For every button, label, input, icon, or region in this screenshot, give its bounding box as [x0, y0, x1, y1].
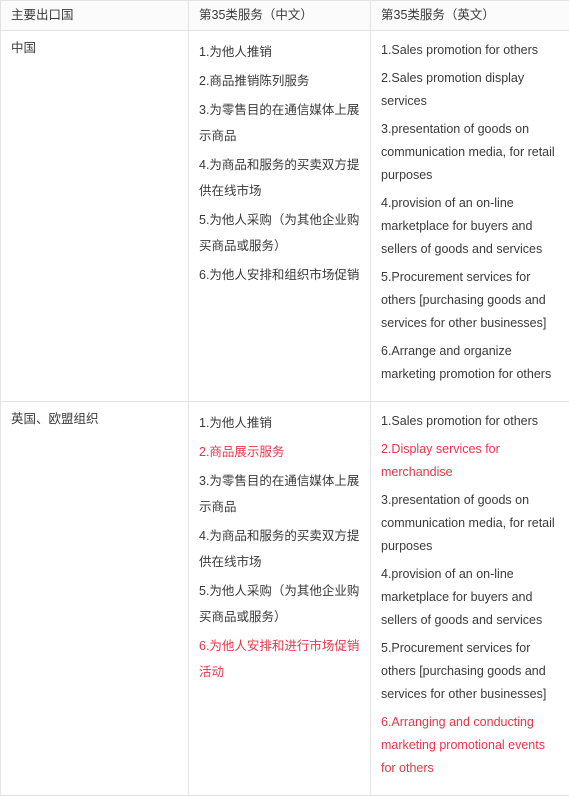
service-item-highlighted: 6.Arranging and conducting marketing pro… [381, 711, 559, 780]
table-header: 主要出口国 第35类服务（中文） 第35类服务（英文） [1, 1, 569, 31]
service-item: 6.为他人安排和组织市场促销 [199, 262, 360, 288]
country-label: 中国 [11, 39, 178, 57]
table-row: 英国、欧盟组织 1.为他人推销 2.商品展示服务 3.为零售目的在通信媒体上展示商品… [1, 402, 569, 796]
country-label: 英国、欧盟组织 [11, 410, 178, 428]
cell-services-en: 1.Sales promotion for others 2.Display se… [371, 402, 569, 796]
nice-class-35-comparison-table: 主要出口国 第35类服务（中文） 第35类服务（英文） 中国 1.为他人推销 2.… [0, 0, 569, 796]
service-list-en: 1.Sales promotion for others 2.Sales prom… [381, 39, 559, 386]
service-item: 4.provision of an on-line marketplace fo… [381, 563, 559, 632]
service-item: 4.为商品和服务的买卖双方提供在线市场 [199, 152, 360, 204]
service-item: 4.provision of an on-line marketplace fo… [381, 192, 559, 261]
service-item: 1.Sales promotion for others [381, 39, 559, 62]
cell-services-zh: 1.为他人推销 2.商品展示服务 3.为零售目的在通信媒体上展示商品4.为商品和服务… [189, 402, 371, 796]
service-item-highlighted: 2.Display services for merchandise [381, 438, 559, 484]
service-item: 1.为他人推销 [199, 410, 360, 436]
table-header-row: 主要出口国 第35类服务（中文） 第35类服务（英文） [1, 1, 569, 31]
cell-country: 中国 [1, 31, 189, 402]
service-item: 3.为零售目的在通信媒体上展示商品 [199, 468, 360, 520]
column-header-services-en: 第35类服务（英文） [371, 1, 569, 31]
service-list-zh: 1.为他人推销 2.商品推销陈列服务 3.为零售目的在通信媒体上展示商品4.为商品和… [199, 39, 360, 288]
service-item: 3.presentation of goods on communication… [381, 118, 559, 187]
service-item: 6.Arrange and organize marketing promoti… [381, 340, 559, 386]
service-item: 5.为他人采购（为其他企业购买商品或服务） [199, 578, 360, 630]
column-header-country: 主要出口国 [1, 1, 189, 31]
table-row: 中国 1.为他人推销 2.商品推销陈列服务 3.为零售目的在通信媒体上展示商品4.为… [1, 31, 569, 402]
service-item: 3.presentation of goods on communication… [381, 489, 559, 558]
service-item-highlighted: 6.为他人安排和进行市场促销活动 [199, 633, 360, 685]
service-item: 5.为他人采购（为其他企业购买商品或服务） [199, 207, 360, 259]
service-item: 1.为他人推销 [199, 39, 360, 65]
service-item: 1.Sales promotion for others [381, 410, 559, 433]
service-item-highlighted: 2.商品展示服务 [199, 439, 360, 465]
service-item: 2.商品推销陈列服务 [199, 68, 360, 94]
service-item: 5.Procurement services for others [purch… [381, 637, 559, 706]
service-list-en: 1.Sales promotion for others 2.Display se… [381, 410, 559, 780]
cell-services-en: 1.Sales promotion for others 2.Sales prom… [371, 31, 569, 402]
table-body: 中国 1.为他人推销2.商品推销陈列服务3.为零售目的在通信媒体上展示商品4.为… [1, 31, 569, 796]
column-header-services-zh: 第35类服务（中文） [189, 1, 371, 31]
service-list-zh: 1.为他人推销 2.商品展示服务 3.为零售目的在通信媒体上展示商品4.为商品和服务… [199, 410, 360, 685]
cell-country: 英国、欧盟组织 [1, 402, 189, 796]
service-item: 4.为商品和服务的买卖双方提供在线市场 [199, 523, 360, 575]
cell-services-zh: 1.为他人推销 2.商品推销陈列服务 3.为零售目的在通信媒体上展示商品4.为商品和… [189, 31, 371, 402]
service-item: 3.为零售目的在通信媒体上展示商品 [199, 97, 360, 149]
service-item: 2.Sales promotion display services [381, 67, 559, 113]
service-item: 5.Procurement services for others [purch… [381, 266, 559, 335]
